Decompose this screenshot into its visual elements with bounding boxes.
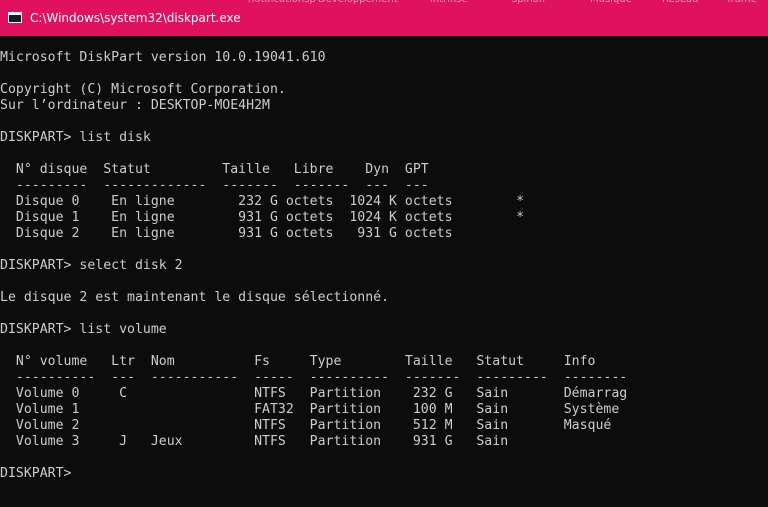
- background-tab-label: Trame: [726, 0, 757, 5]
- background-tab-label: Musique: [590, 0, 632, 5]
- console-line: Volume 0 C NTFS Partition 232 G Sain Dém…: [0, 386, 628, 401]
- console-output[interactable]: Microsoft DiskPart version 10.0.19041.61…: [0, 36, 768, 507]
- console-line: DISKPART> list volume: [0, 322, 167, 337]
- console-line: N° volume Ltr Nom Fs Type Taille Statut …: [0, 354, 596, 369]
- console-text: Microsoft DiskPart version 10.0.19041.61…: [0, 50, 627, 482]
- console-line: DISKPART> select disk 2: [0, 258, 183, 273]
- console-line: Microsoft DiskPart version 10.0.19041.61…: [0, 50, 326, 65]
- background-tab-label: Developpement: [318, 0, 398, 5]
- console-line: Disque 0 En ligne 232 G octets 1024 K oc…: [0, 194, 525, 209]
- console-line: N° disque Statut Taille Libre Dyn GPT: [0, 162, 429, 177]
- console-line: Le disque 2 est maintenant le disque sél…: [0, 290, 390, 305]
- background-tab-label: spinoff: [512, 0, 546, 5]
- console-line: Volume 2 NTFS Partition 512 M Sain Masqu…: [0, 418, 612, 433]
- console-line: --------- ------------- ------- ------- …: [0, 178, 429, 193]
- console-line: DISKPART> list disk: [0, 130, 151, 145]
- console-line: Copyright (C) Microsoft Corporation.: [0, 82, 286, 97]
- console-line: Sur l’ordinateur : DESKTOP-MOE4H2M: [0, 98, 270, 113]
- console-line: Disque 1 En ligne 931 G octets 1024 K oc…: [0, 210, 525, 225]
- diskpart-window: notificationspDeveloppement intrinsè spino…: [0, 0, 768, 507]
- console-line: DISKPART>: [0, 466, 80, 481]
- background-tab-label: intrinsè: [430, 0, 468, 5]
- console-line: Volume 1 FAT32 Partition 100 M Sain Syst…: [0, 402, 620, 417]
- console-line: ---------- --- ----------- ----- -------…: [0, 370, 628, 385]
- console-app-icon: [8, 12, 22, 23]
- console-line: Volume 3 J Jeux NTFS Partition 931 G Sai…: [0, 434, 509, 449]
- title-bar[interactable]: notificationspDeveloppement intrinsè spino…: [0, 0, 768, 36]
- console-line: Disque 2 En ligne 931 G octets 931 G oct…: [0, 226, 453, 241]
- background-tab-label: Réseau: [662, 0, 698, 5]
- window-title: C:\Windows\system32\diskpart.exe: [30, 11, 241, 25]
- background-tab-label: notificationsp: [248, 0, 316, 5]
- background-taskbar-strip: notificationspDeveloppement intrinsè spino…: [0, 0, 768, 6]
